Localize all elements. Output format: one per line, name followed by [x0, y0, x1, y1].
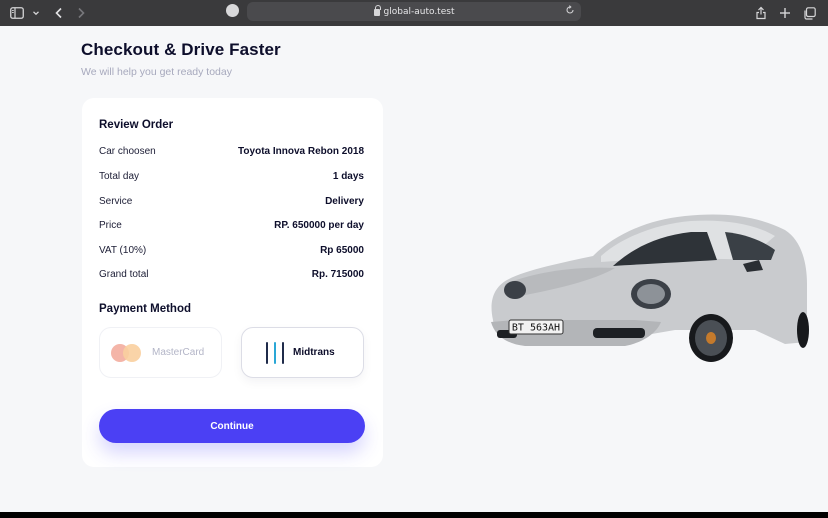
review-row-label: Price: [99, 219, 122, 231]
bottom-edge: [0, 512, 828, 518]
review-row-label: Total day: [99, 170, 140, 182]
forward-icon[interactable]: [76, 4, 86, 22]
review-row-value: RP. 650000 per day: [274, 219, 364, 231]
review-row-value: Toyota Innova Rebon 2018: [238, 145, 364, 157]
review-row-price: Price RP. 650000 per day: [99, 218, 364, 232]
review-order-heading: Review Order: [99, 119, 174, 131]
review-row-value: Rp. 715000: [311, 268, 364, 280]
page-subtitle: We will help you get ready today: [81, 66, 232, 78]
payment-option-label: Midtrans: [293, 347, 335, 358]
tabs-icon[interactable]: [803, 4, 816, 22]
review-row-label: Car choosen: [99, 145, 156, 157]
payment-option-midtrans[interactable]: Midtrans: [241, 327, 364, 378]
new-tab-icon[interactable]: [779, 4, 791, 22]
payment-option-label: MasterCard: [152, 347, 205, 358]
payment-method-heading: Payment Method: [99, 303, 192, 315]
favicon-icon: [226, 4, 239, 17]
midtrans-logo-icon: [266, 341, 286, 364]
review-row-vat: VAT (10%) Rp 65000: [99, 243, 364, 257]
mastercard-logo-icon: [111, 343, 143, 362]
license-plate-text: BT 563AH: [512, 323, 560, 334]
car-image: BT 563AH: [491, 214, 809, 362]
back-icon[interactable]: [54, 4, 64, 22]
reload-icon[interactable]: [565, 5, 575, 18]
review-row-label: Service: [99, 195, 133, 207]
payment-option-mastercard[interactable]: MasterCard: [99, 327, 222, 378]
review-row-value: Rp 65000: [320, 244, 364, 256]
review-row-label: Grand total: [99, 268, 149, 280]
chevron-down-icon[interactable]: [32, 4, 40, 22]
page-title: Checkout & Drive Faster: [81, 40, 281, 59]
browser-toolbar: global-auto.test: [0, 0, 828, 26]
review-row-car: Car choosen Toyota Innova Rebon 2018: [99, 144, 364, 158]
review-row-label: VAT (10%): [99, 244, 147, 256]
review-row-value: 1 days: [332, 170, 364, 182]
share-icon[interactable]: [755, 4, 767, 22]
continue-button[interactable]: Continue: [99, 409, 365, 443]
sidebar-icon[interactable]: [10, 4, 24, 22]
review-row-service: Service Delivery: [99, 194, 364, 208]
address-url: global-auto.test: [383, 6, 455, 17]
review-row-value: Delivery: [325, 195, 364, 207]
address-bar[interactable]: global-auto.test: [247, 2, 581, 21]
checkout-page: Checkout & Drive Faster We will help you…: [0, 26, 828, 512]
review-order-card: Review Order Car choosen Toyota Innova R…: [82, 98, 383, 467]
lock-icon: [373, 5, 381, 16]
review-row-grand-total: Grand total Rp. 715000: [99, 267, 364, 281]
review-row-total-day: Total day 1 days: [99, 169, 364, 183]
